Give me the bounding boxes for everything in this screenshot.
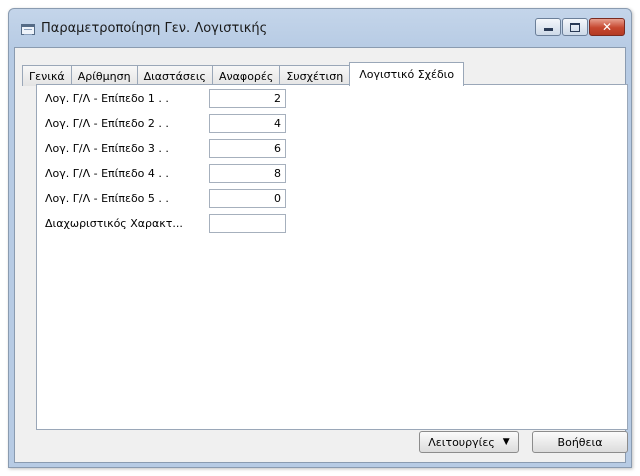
level-5-input[interactable]: 0	[209, 189, 286, 208]
settings-window: Παραμετροποίηση Γεν. Λογιστικής ✕ Γενικά…	[8, 8, 632, 468]
help-button[interactable]: Βοήθεια	[532, 431, 628, 453]
title-bar[interactable]: Παραμετροποίηση Γεν. Λογιστικής ✕	[9, 9, 631, 47]
field-label: Λογ. Γ/Λ - Επίπεδο 5 . .	[45, 192, 169, 205]
close-icon: ✕	[601, 20, 613, 34]
separator-char-input[interactable]	[209, 214, 286, 233]
minimize-icon	[543, 28, 553, 31]
window-title: Παραμετροποίηση Γεν. Λογιστικής	[41, 21, 268, 36]
tab-correlation[interactable]: Συσχέτιση	[279, 65, 351, 86]
tab-numbering[interactable]: Αρίθμηση	[70, 65, 138, 86]
form-icon	[21, 24, 35, 35]
field-label: Λογ. Γ/Λ - Επίπεδο 1 . .	[45, 92, 169, 105]
tab-general[interactable]: Γενικά	[22, 65, 72, 86]
level-4-input[interactable]: 8	[209, 164, 286, 183]
level-3-input[interactable]: 6	[209, 139, 286, 158]
field-label: Λογ. Γ/Λ - Επίπεδο 2 . .	[45, 117, 169, 130]
field-label: Λογ. Γ/Λ - Επίπεδο 3 . .	[45, 142, 169, 155]
maximize-icon	[570, 22, 580, 32]
tab-chart-of-accounts[interactable]: Λογιστικό Σχέδιο	[349, 62, 465, 86]
functions-label: Λειτουργίες	[428, 435, 495, 449]
tab-dimensions[interactable]: Διαστάσεις	[136, 65, 214, 86]
functions-button[interactable]: Λειτουργίες ▼	[419, 431, 519, 453]
dropdown-arrow-icon: ▼	[502, 437, 510, 447]
tab-panel-chart-of-accounts: Λογ. Γ/Λ - Επίπεδο 1 . . 2 Λογ. Γ/Λ - Επ…	[36, 84, 628, 430]
tab-reports[interactable]: Αναφορές	[212, 65, 281, 86]
tab-strip: Γενικά Αρίθμηση Διαστάσεις Αναφορές Συσχ…	[22, 62, 465, 86]
maximize-button[interactable]	[562, 18, 588, 36]
minimize-button[interactable]	[535, 18, 561, 36]
field-label: Λογ. Γ/Λ - Επίπεδο 4 . .	[45, 167, 169, 180]
level-1-input[interactable]: 2	[209, 89, 286, 108]
close-button[interactable]: ✕	[589, 18, 625, 36]
field-label: Διαχωριστικός Χαρακτ...	[45, 217, 183, 230]
help-label: Βοήθεια	[557, 435, 603, 449]
level-2-input[interactable]: 4	[209, 114, 286, 133]
